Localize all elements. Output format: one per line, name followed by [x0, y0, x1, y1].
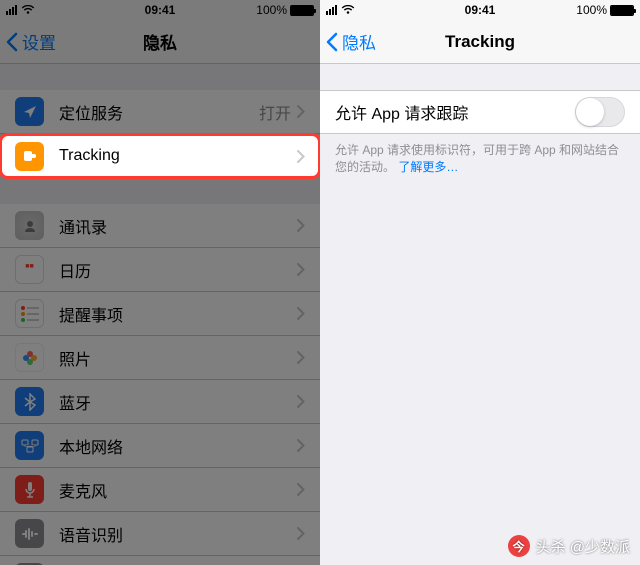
- row-calendar[interactable]: ■■ 日历: [0, 248, 320, 292]
- battery-percent: 100%: [576, 3, 607, 17]
- row-allow-tracking: 允许 App 请求跟踪: [320, 90, 640, 134]
- row-contacts[interactable]: 通讯录: [0, 204, 320, 248]
- row-label: 通讯录: [59, 214, 297, 238]
- speech-icon: [15, 519, 44, 548]
- wifi-icon: [21, 5, 35, 15]
- chevron-right-icon: [297, 439, 305, 452]
- tracking-icon: [15, 142, 44, 171]
- signal-icon: [6, 5, 17, 15]
- row-label: 蓝牙: [59, 390, 297, 414]
- nav-title: 隐私: [143, 29, 177, 54]
- nav-bar: 设置 隐私: [0, 20, 320, 64]
- battery-icon: [610, 5, 634, 16]
- status-time: 09:41: [465, 3, 496, 17]
- chevron-left-icon: [6, 32, 18, 52]
- reminders-icon: [15, 299, 44, 328]
- back-button[interactable]: 隐私: [320, 29, 376, 54]
- chevron-right-icon: [297, 105, 305, 118]
- chevron-right-icon: [297, 307, 305, 320]
- row-label: 日历: [59, 258, 297, 282]
- watermark: 今 头杀 @少数派: [508, 535, 630, 557]
- status-time: 09:41: [145, 3, 176, 17]
- footer-note: 允许 App 请求使用标识符，可用于跨 App 和网站结合您的活动。 了解更多…: [320, 134, 640, 184]
- row-tracking[interactable]: Tracking: [0, 134, 320, 178]
- row-camera[interactable]: 相机: [0, 556, 320, 565]
- watermark-text: 头杀 @少数派: [536, 536, 630, 557]
- signal-icon: [326, 5, 337, 15]
- chevron-right-icon: [297, 395, 305, 408]
- chevron-left-icon: [326, 32, 338, 52]
- row-microphone[interactable]: 麦克风: [0, 468, 320, 512]
- learn-more-link[interactable]: 了解更多…: [398, 160, 458, 174]
- calendar-icon: ■■: [15, 255, 44, 284]
- contacts-icon: [15, 211, 44, 240]
- chevron-right-icon: [297, 150, 305, 163]
- toggle-label: 允许 App 请求跟踪: [335, 100, 575, 124]
- note-text: 允许 App 请求使用标识符，可用于跨 App 和网站结合您的活动。: [335, 143, 619, 174]
- row-label: 语音识别: [59, 522, 297, 546]
- back-label: 设置: [22, 29, 56, 54]
- back-button[interactable]: 设置: [0, 29, 56, 54]
- chevron-right-icon: [297, 351, 305, 364]
- row-location-services[interactable]: 定位服务 打开: [0, 90, 320, 134]
- watermark-logo-icon: 今: [508, 535, 530, 557]
- row-label: 麦克风: [59, 478, 297, 502]
- network-icon: [15, 431, 44, 460]
- row-photos[interactable]: 照片: [0, 336, 320, 380]
- row-local-network[interactable]: 本地网络: [0, 424, 320, 468]
- microphone-icon: [15, 475, 44, 504]
- chevron-right-icon: [297, 263, 305, 276]
- nav-title: Tracking: [445, 32, 515, 52]
- wifi-icon: [341, 5, 355, 15]
- back-label: 隐私: [342, 29, 376, 54]
- photos-icon: [15, 343, 44, 372]
- allow-tracking-toggle[interactable]: [575, 97, 625, 127]
- nav-bar: 隐私 Tracking: [320, 20, 640, 64]
- privacy-screen: 09:41 100% 设置 隐私 定位服务 打开 Tracking 通讯录: [0, 0, 320, 565]
- chevron-right-icon: [297, 219, 305, 232]
- location-icon: [15, 97, 44, 126]
- row-label: 定位服务: [59, 100, 259, 124]
- battery-icon: [290, 5, 314, 16]
- row-reminders[interactable]: 提醒事项: [0, 292, 320, 336]
- row-label: Tracking: [59, 147, 297, 165]
- row-label: 提醒事项: [59, 302, 297, 326]
- bluetooth-icon: [15, 387, 44, 416]
- row-label: 照片: [59, 346, 297, 370]
- row-label: 本地网络: [59, 434, 297, 458]
- tracking-screen: 09:41 100% 隐私 Tracking 允许 App 请求跟踪 允许 Ap…: [320, 0, 640, 565]
- battery-percent: 100%: [256, 3, 287, 17]
- status-bar: 09:41 100%: [320, 0, 640, 20]
- row-detail: 打开: [259, 100, 291, 124]
- status-bar: 09:41 100%: [0, 0, 320, 20]
- row-bluetooth[interactable]: 蓝牙: [0, 380, 320, 424]
- chevron-right-icon: [297, 527, 305, 540]
- chevron-right-icon: [297, 483, 305, 496]
- row-speech-recognition[interactable]: 语音识别: [0, 512, 320, 556]
